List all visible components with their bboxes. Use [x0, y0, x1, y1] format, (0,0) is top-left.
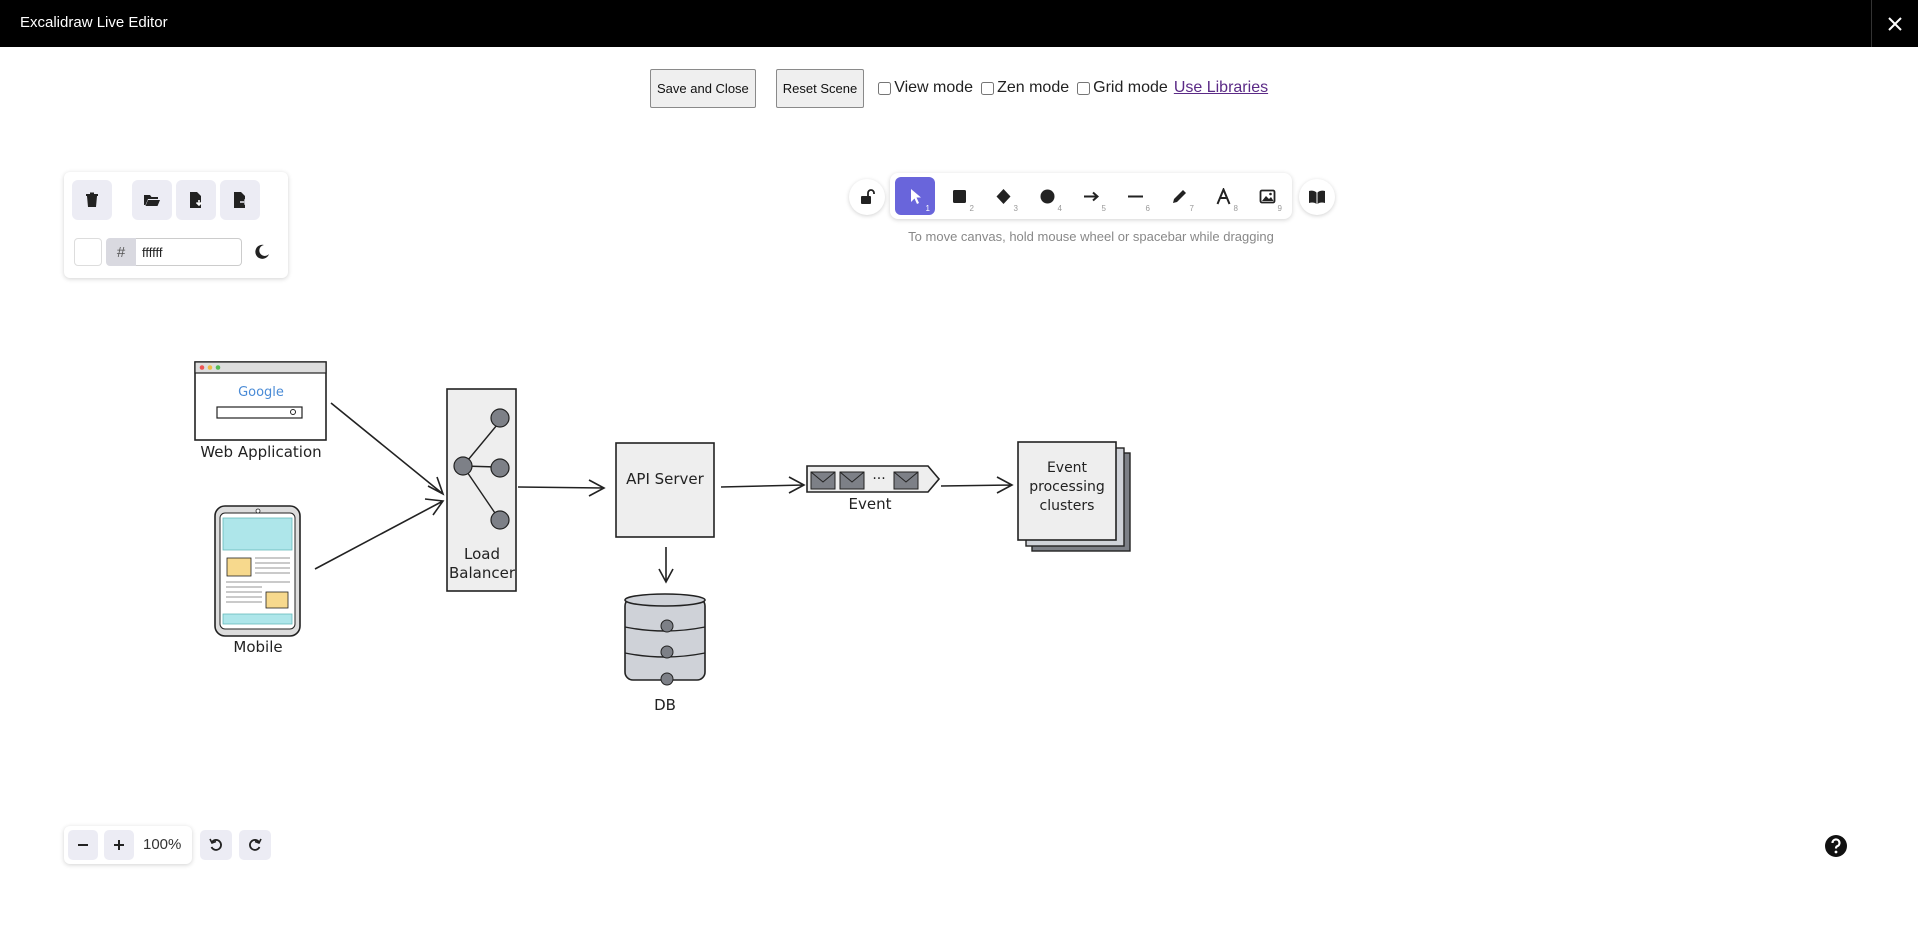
reset-scene-button[interactable]: Reset Scene: [775, 68, 865, 108]
web-application-label: Web Application: [200, 443, 322, 461]
tool-line[interactable]: 6: [1115, 177, 1155, 215]
close-button[interactable]: [1871, 0, 1918, 47]
moon-icon: [255, 244, 269, 259]
lock-button[interactable]: [849, 179, 885, 215]
grid-mode-toggle[interactable]: Grid mode: [1077, 79, 1168, 97]
api-server-shape[interactable]: [615, 442, 715, 538]
hash-label: #: [106, 238, 136, 266]
use-libraries-link[interactable]: Use Libraries: [1174, 79, 1268, 97]
background-color-swatch[interactable]: [74, 238, 102, 266]
tool-number: 8: [1233, 204, 1238, 213]
tool-diamond[interactable]: 3: [983, 177, 1023, 215]
google-logo-text: Google: [238, 385, 284, 400]
help-icon[interactable]: [1824, 834, 1848, 858]
tool-number: 9: [1277, 204, 1282, 213]
tool-number: 1: [925, 204, 930, 213]
library-button[interactable]: [1299, 179, 1335, 215]
redo-button[interactable]: [239, 830, 271, 860]
file-export-icon: [234, 192, 249, 208]
canvas-hint: To move canvas, hold mouse wheel or spac…: [908, 229, 1274, 244]
redo-icon: [249, 838, 262, 851]
tool-number: 3: [1013, 204, 1018, 213]
drawing-canvas[interactable]: Web Application Google Mobile Load Balan…: [0, 330, 1918, 750]
book-open-icon: [1309, 190, 1325, 204]
folder-open-icon: [144, 195, 160, 206]
clusters-label-3: clusters: [1039, 498, 1095, 514]
view-mode-toggle[interactable]: View mode: [878, 79, 973, 97]
clusters-label-1: Event: [1046, 460, 1088, 476]
db-label: DB: [654, 696, 676, 714]
arrow-right-icon: [1083, 191, 1099, 201]
tool-text[interactable]: 8: [1203, 177, 1243, 215]
background-color-input[interactable]: [136, 238, 242, 266]
clear-canvas-button[interactable]: [72, 180, 112, 220]
tool-number: 7: [1189, 204, 1194, 213]
open-file-button[interactable]: [132, 180, 172, 220]
zen-mode-checkbox[interactable]: [981, 81, 995, 95]
trash-icon: [86, 192, 98, 207]
line-icon: [1127, 195, 1143, 197]
top-controls: Save and Close Reset Scene View mode Zen…: [650, 68, 1268, 108]
zoom-out-button[interactable]: [68, 830, 98, 860]
db-shape[interactable]: [624, 593, 706, 686]
window-title: Excalidraw Live Editor: [20, 14, 168, 31]
undo-button[interactable]: [200, 830, 232, 860]
cursor-icon: [910, 188, 921, 204]
view-mode-label: View mode: [894, 79, 974, 96]
shape-toolbar: 1 2 3 4 5 6 7 8 9: [890, 173, 1292, 219]
export-image-button[interactable]: [220, 180, 260, 220]
grid-mode-label: Grid mode: [1093, 79, 1168, 96]
tool-draw[interactable]: 7: [1159, 177, 1199, 215]
view-mode-checkbox[interactable]: [878, 81, 892, 95]
zoom-controls: 100%: [64, 826, 192, 864]
tool-number: 4: [1057, 204, 1062, 213]
load-balancer-label-1: Load: [464, 545, 500, 563]
mobile-shape[interactable]: [214, 505, 301, 637]
save-and-close-button[interactable]: Save and Close: [650, 68, 756, 108]
pencil-icon: [1172, 189, 1186, 203]
file-download-icon: [190, 192, 203, 208]
tool-selection[interactable]: 1: [895, 177, 935, 215]
tool-rectangle[interactable]: 2: [939, 177, 979, 215]
undo-icon: [209, 838, 222, 851]
zen-mode-label: Zen mode: [997, 79, 1070, 96]
text-icon: [1216, 187, 1230, 204]
tool-image[interactable]: 9: [1247, 177, 1287, 215]
theme-toggle-button[interactable]: [250, 240, 274, 264]
ellipse-icon: [1040, 189, 1054, 203]
event-dots: ...: [872, 467, 886, 483]
diamond-icon: [996, 188, 1010, 204]
api-server-label: API Server: [626, 470, 704, 488]
canvas-menu-panel: #: [64, 172, 288, 278]
event-clusters-shape[interactable]: [1017, 441, 1131, 552]
tool-number: 5: [1101, 204, 1106, 213]
plus-icon: [114, 840, 124, 850]
web-application-shape[interactable]: [194, 361, 327, 441]
close-icon: [1888, 16, 1902, 31]
zoom-level[interactable]: 100%: [143, 836, 181, 853]
tool-number: 6: [1145, 204, 1150, 213]
tool-arrow[interactable]: 5: [1071, 177, 1111, 215]
image-icon: [1259, 189, 1275, 203]
save-file-button[interactable]: [176, 180, 216, 220]
load-balancer-label-2: Balancer: [449, 564, 515, 582]
event-label: Event: [848, 495, 892, 513]
tool-number: 2: [969, 204, 974, 213]
title-bar: Excalidraw Live Editor: [0, 0, 1918, 47]
minus-icon: [78, 844, 88, 846]
zen-mode-toggle[interactable]: Zen mode: [981, 79, 1069, 97]
tool-ellipse[interactable]: 4: [1027, 177, 1067, 215]
clusters-label-2: processing: [1029, 479, 1105, 495]
grid-mode-checkbox[interactable]: [1077, 81, 1091, 95]
unlock-icon: [861, 189, 875, 204]
zoom-in-button[interactable]: [104, 830, 134, 860]
rectangle-icon: [952, 189, 966, 203]
mobile-label: Mobile: [233, 638, 283, 656]
